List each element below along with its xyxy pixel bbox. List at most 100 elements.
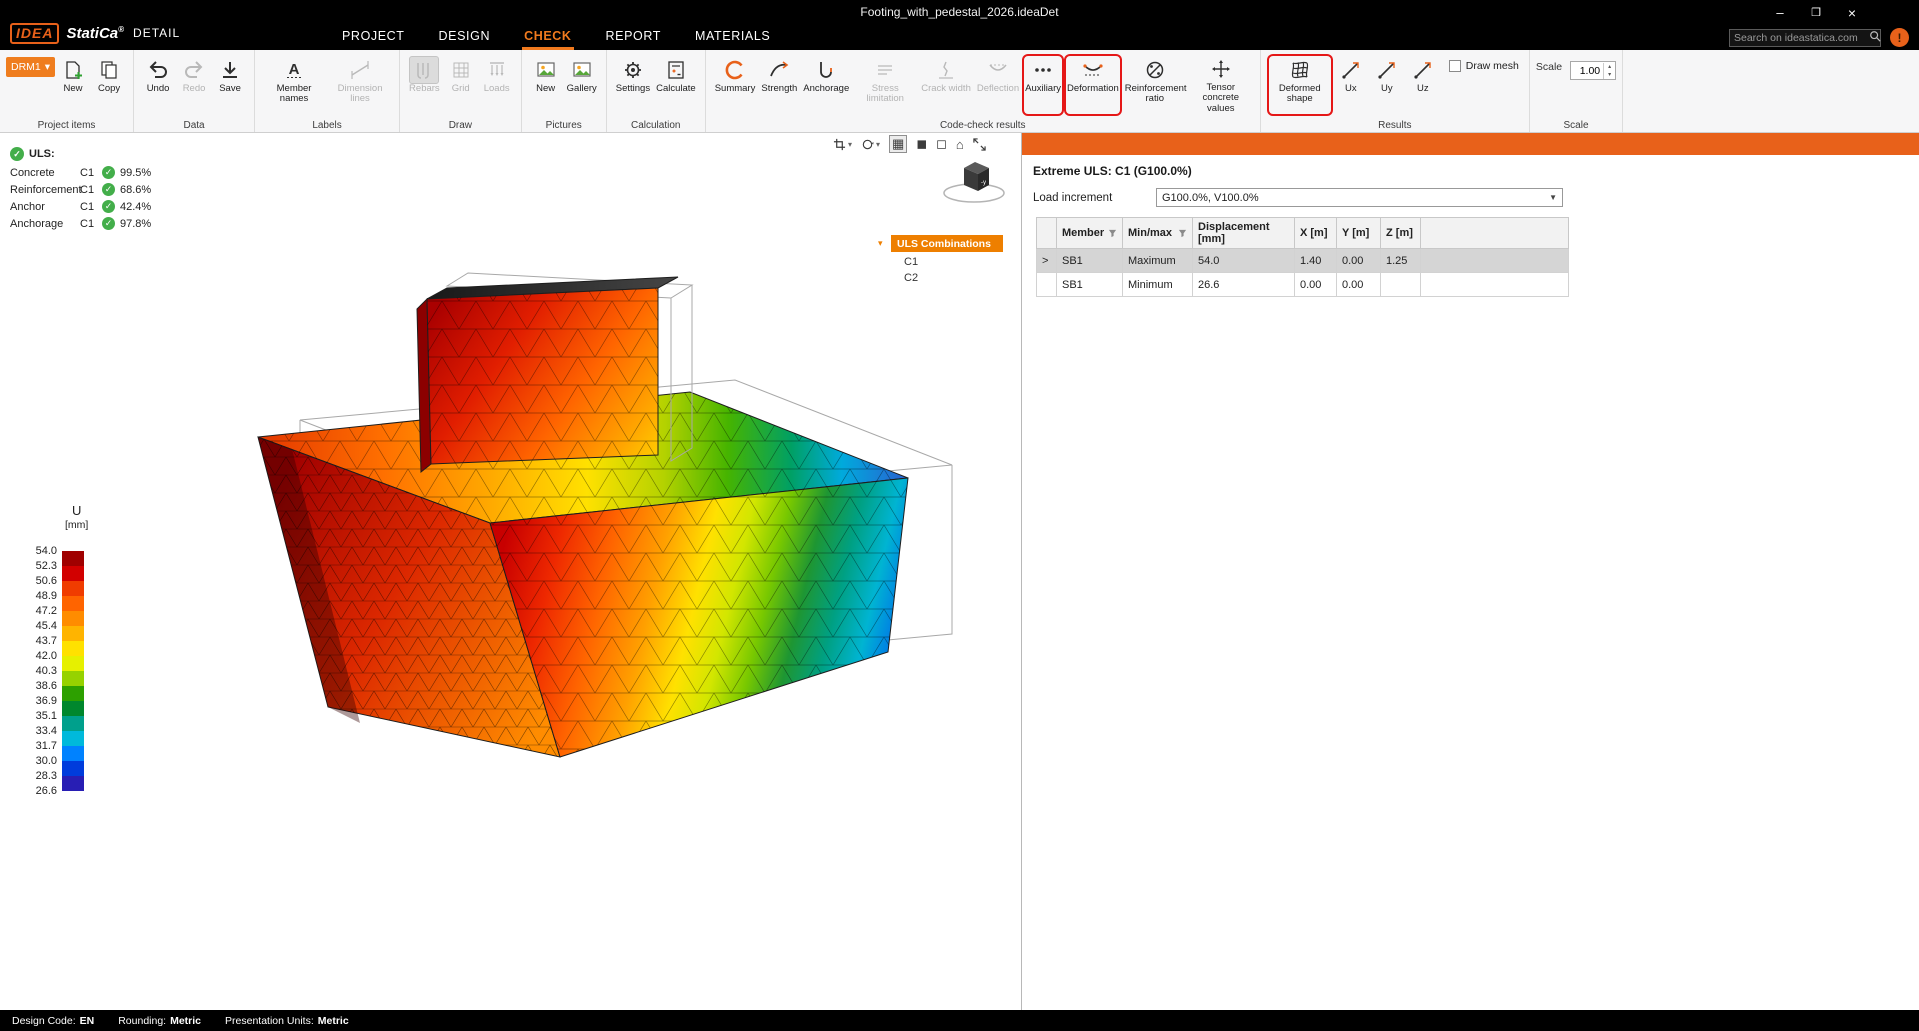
ribbon: DRM1▾ New Copy Project items Undo Redo S… bbox=[0, 50, 1919, 133]
calculator-icon bbox=[665, 56, 687, 84]
group-labels: Member names Dimension lines Labels bbox=[255, 50, 400, 132]
col-member[interactable]: Member bbox=[1057, 218, 1123, 249]
caret-down-icon: ▾ bbox=[848, 140, 852, 149]
row-expander[interactable]: > bbox=[1037, 249, 1057, 273]
home-view-button[interactable]: ⌂ bbox=[956, 137, 964, 152]
dropdown-caret-icon: ▼ bbox=[1549, 193, 1557, 202]
auxiliary-button[interactable]: Auxiliary bbox=[1022, 54, 1064, 116]
load-increment-select[interactable]: G100.0%, V100.0% ▼ bbox=[1156, 188, 1563, 207]
uls-combinations-header[interactable]: ULS Combinations bbox=[891, 235, 1003, 252]
tensor-concrete-values-button[interactable]: Tensor concrete values bbox=[1188, 54, 1254, 116]
anchorage-button[interactable]: Anchorage bbox=[800, 54, 852, 116]
new-item-button[interactable]: New bbox=[55, 54, 91, 116]
table-row[interactable]: > SB1 Maximum 54.0 1.40 0.00 1.25 bbox=[1037, 249, 1569, 273]
loads-button[interactable]: Loads bbox=[479, 54, 515, 116]
tab-design[interactable]: DESIGN bbox=[437, 25, 493, 50]
deformed-shape-button[interactable]: Deformed shape bbox=[1267, 54, 1333, 116]
cell-x: 1.40 bbox=[1295, 249, 1337, 273]
col-z[interactable]: Z [m] bbox=[1381, 218, 1421, 249]
redo-button[interactable]: Redo bbox=[176, 54, 212, 116]
save-button[interactable]: Save bbox=[212, 54, 248, 116]
table-row[interactable]: SB1 Minimum 26.6 0.00 0.00 bbox=[1037, 273, 1569, 297]
uz-button[interactable]: Uz bbox=[1405, 54, 1441, 116]
table-header-row: Member Min/max Displacement [mm] X [m] Y… bbox=[1037, 218, 1569, 249]
zoom-fit-button[interactable] bbox=[973, 138, 986, 151]
gallery-button[interactable]: Gallery bbox=[564, 54, 600, 116]
app-logo: IDEA StatiCa® DETAIL bbox=[10, 16, 180, 50]
cell-x: 0.00 bbox=[1295, 273, 1337, 297]
collapse-caret-icon[interactable]: ▾ bbox=[878, 238, 891, 249]
reinforcement-ratio-icon bbox=[1144, 56, 1166, 84]
result-summary: ✓ULS: ConcreteC1✓99.5% ReinforcementC1✓6… bbox=[10, 147, 151, 232]
legend-color-cell bbox=[62, 671, 84, 686]
ux-axis-icon bbox=[1340, 56, 1362, 84]
ux-button[interactable]: Ux bbox=[1333, 54, 1369, 116]
legend-color-cell bbox=[62, 716, 84, 731]
combination-item-c1[interactable]: C1 bbox=[904, 256, 1003, 268]
load-increment-label: Load increment bbox=[1033, 192, 1156, 204]
col-y[interactable]: Y [m] bbox=[1337, 218, 1381, 249]
stress-limitation-icon bbox=[874, 56, 896, 84]
scale-label: Scale bbox=[1536, 61, 1562, 73]
spinner-up-icon[interactable]: ▴ bbox=[1604, 63, 1615, 71]
combination-item-c2[interactable]: C2 bbox=[904, 272, 1003, 284]
legend-value: 31.7 bbox=[28, 739, 62, 754]
deflection-button[interactable]: Deflection bbox=[974, 54, 1022, 116]
undo-icon bbox=[147, 56, 169, 84]
strength-button[interactable]: Strength bbox=[758, 54, 800, 116]
tab-check[interactable]: CHECK bbox=[522, 25, 573, 50]
calculate-button[interactable]: Calculate bbox=[653, 54, 699, 116]
grid-icon bbox=[450, 56, 472, 84]
row-expander[interactable] bbox=[1037, 273, 1057, 297]
group-draw: Rebars Grid Loads Draw bbox=[400, 50, 522, 132]
copy-item-button[interactable]: Copy bbox=[91, 54, 127, 116]
crack-width-button[interactable]: Crack width bbox=[918, 54, 974, 116]
dimension-lines-icon bbox=[349, 56, 371, 84]
search-input[interactable] bbox=[1734, 32, 1869, 44]
wireframe-view-button[interactable]: ▦ bbox=[889, 135, 907, 153]
draw-mesh-checkbox[interactable] bbox=[1449, 60, 1461, 72]
uy-button[interactable]: Uy bbox=[1369, 54, 1405, 116]
col-minmax[interactable]: Min/max bbox=[1123, 218, 1193, 249]
close-button[interactable]: × bbox=[1837, 0, 1867, 25]
legend-value: 35.1 bbox=[28, 709, 62, 724]
legend-color-cell bbox=[62, 641, 84, 656]
scale-input[interactable]: 1.00 ▴▾ bbox=[1570, 61, 1616, 80]
legend-color-cell bbox=[62, 776, 84, 791]
stress-limitation-button[interactable]: Stress limitation bbox=[852, 54, 918, 116]
solid-view-button[interactable]: ◼ bbox=[916, 136, 927, 152]
reinforcement-ratio-button[interactable]: Reinforcement ratio bbox=[1122, 54, 1188, 116]
maximize-button[interactable]: ❒ bbox=[1801, 0, 1831, 25]
minimize-button[interactable]: – bbox=[1765, 0, 1795, 25]
legend-color-cell bbox=[62, 656, 84, 671]
grid-button[interactable]: Grid bbox=[443, 54, 479, 116]
notification-icon[interactable]: ! bbox=[1890, 28, 1909, 47]
summary-row-anchor: AnchorC1✓42.4% bbox=[10, 198, 151, 215]
group-caption: Results bbox=[1261, 120, 1529, 131]
rebars-button[interactable]: Rebars bbox=[406, 54, 443, 116]
legend-value: 28.3 bbox=[28, 769, 62, 784]
new-picture-button[interactable]: New bbox=[528, 54, 564, 116]
tab-materials[interactable]: MATERIALS bbox=[693, 25, 772, 50]
color-scale-legend: U [mm] 54.052.350.648.947.245.443.742.04… bbox=[28, 503, 104, 806]
col-displacement[interactable]: Displacement [mm] bbox=[1193, 218, 1295, 249]
col-x[interactable]: X [m] bbox=[1295, 218, 1337, 249]
dimension-lines-button[interactable]: Dimension lines bbox=[327, 54, 393, 116]
undo-button[interactable]: Undo bbox=[140, 54, 176, 116]
crop-tool-button[interactable]: ▾ bbox=[833, 138, 852, 151]
deformation-button[interactable]: Deformation bbox=[1064, 54, 1122, 116]
search-box[interactable] bbox=[1729, 29, 1881, 47]
spinner-down-icon[interactable]: ▾ bbox=[1604, 71, 1615, 79]
active-item-selector[interactable]: DRM1▾ bbox=[6, 57, 55, 77]
legend-value: 45.4 bbox=[28, 619, 62, 634]
ghost-view-button[interactable]: ◻ bbox=[936, 136, 947, 152]
rotate-tool-button[interactable]: ▾ bbox=[861, 138, 880, 151]
3d-model-view[interactable] bbox=[0, 133, 1020, 1010]
tab-project[interactable]: PROJECT bbox=[340, 25, 407, 50]
navigation-cube[interactable]: -y bbox=[938, 155, 1010, 211]
summary-button[interactable]: Summary bbox=[712, 54, 759, 116]
tab-report[interactable]: REPORT bbox=[604, 25, 663, 50]
settings-button[interactable]: Settings bbox=[613, 54, 653, 116]
model-canvas: ✓ULS: ConcreteC1✓99.5% ReinforcementC1✓6… bbox=[0, 133, 1020, 1010]
member-names-button[interactable]: Member names bbox=[261, 54, 327, 116]
